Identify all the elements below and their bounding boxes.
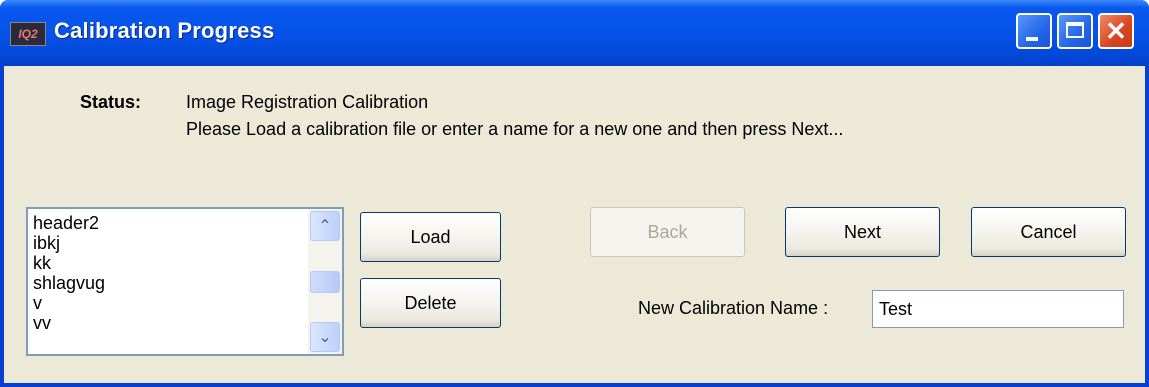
delete-button[interactable]: Delete	[360, 278, 501, 328]
close-button[interactable]: ✕	[1098, 13, 1134, 49]
app-icon: IQ2	[10, 22, 46, 46]
chevron-up-icon: ⌃	[318, 218, 332, 235]
chevron-down-icon: ⌄	[318, 329, 332, 346]
new-calibration-name-input[interactable]	[872, 290, 1124, 328]
close-icon: ✕	[1105, 16, 1127, 46]
status-message: Please Load a calibration file or enter …	[186, 119, 844, 139]
calibration-list-items: header2 ibkj kk shlagvug v vv	[33, 213, 303, 353]
scroll-thumb[interactable]	[310, 271, 340, 293]
status-title: Image Registration Calibration	[186, 92, 429, 112]
maximize-icon	[1066, 22, 1084, 38]
load-button[interactable]: Load	[360, 212, 501, 262]
status-label: Status:	[80, 92, 142, 112]
new-calibration-name-label: New Calibration Name :	[638, 298, 829, 318]
list-scrollbar[interactable]: ⌃ ⌄	[308, 209, 342, 354]
window-title: Calibration Progress	[54, 18, 275, 43]
list-item[interactable]: vv	[33, 313, 303, 333]
back-button[interactable]: Back	[590, 207, 745, 257]
list-item[interactable]: kk	[33, 253, 303, 273]
maximize-button[interactable]	[1057, 13, 1093, 49]
calibration-progress-window: IQ2 Calibration Progress ✕ Status: Image…	[0, 0, 1149, 387]
minimize-button[interactable]	[1016, 13, 1052, 49]
minimize-icon	[1026, 37, 1038, 41]
list-item[interactable]: header2	[33, 213, 303, 233]
next-button[interactable]: Next	[785, 207, 940, 257]
scroll-up-button[interactable]: ⌃	[310, 211, 340, 241]
title-bar[interactable]: IQ2 Calibration Progress ✕	[0, 0, 1149, 66]
scroll-down-button[interactable]: ⌄	[310, 322, 340, 352]
calibration-list[interactable]: header2 ibkj kk shlagvug v vv ⌃ ⌄	[26, 207, 344, 356]
list-item[interactable]: v	[33, 293, 303, 313]
list-item[interactable]: shlagvug	[33, 273, 303, 293]
list-item[interactable]: ibkj	[33, 233, 303, 253]
cancel-button[interactable]: Cancel	[971, 207, 1126, 257]
